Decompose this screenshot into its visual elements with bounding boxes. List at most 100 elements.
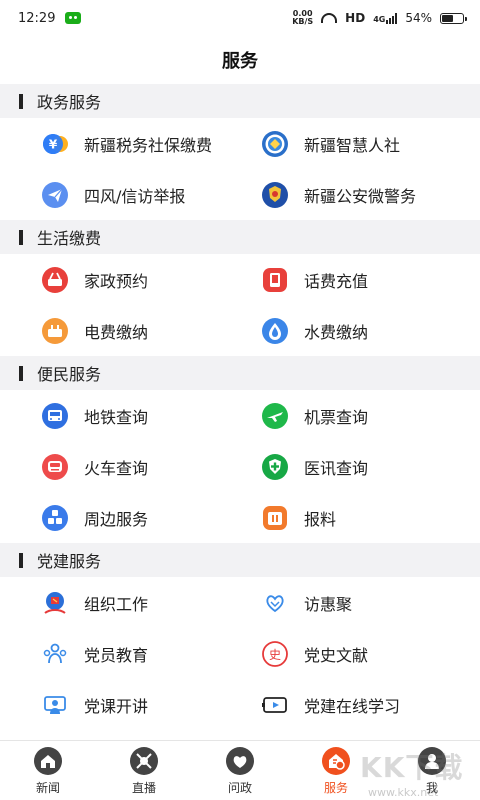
network-gen: 4G bbox=[373, 14, 386, 24]
section-grid-life: 家政预约 话费充值 电费缴纳 水费缴纳 bbox=[0, 254, 480, 356]
tab-label: 服务 bbox=[323, 780, 348, 795]
tab-live[interactable]: 直播 bbox=[96, 741, 192, 800]
service-label: 周边服务 bbox=[84, 509, 149, 529]
service-label: 水费缴纳 bbox=[304, 322, 369, 342]
signal-bars-icon bbox=[386, 12, 398, 24]
section-header-party: 党建服务 bbox=[0, 543, 480, 577]
heart-hands-icon bbox=[260, 588, 290, 618]
presenter-icon bbox=[40, 690, 70, 720]
service-housekeeping[interactable]: 家政预约 bbox=[0, 254, 220, 305]
wechat-notification-icon bbox=[65, 12, 82, 24]
service-nearby[interactable]: 周边服务 bbox=[0, 492, 220, 543]
service-label: 新疆智慧人社 bbox=[304, 135, 401, 155]
watermark-url: www.kkx.net bbox=[368, 786, 439, 799]
service-police[interactable]: 新疆公安微警务 bbox=[220, 169, 480, 220]
service-label: 新疆税务社保缴费 bbox=[84, 135, 213, 155]
section-header-gov: 政务服务 bbox=[0, 84, 480, 118]
page-header: 服务 bbox=[0, 36, 480, 84]
heart-chat-icon bbox=[226, 746, 254, 775]
home-icon bbox=[34, 746, 62, 775]
tab-label: 新闻 bbox=[35, 780, 60, 795]
service-label: 地铁查询 bbox=[84, 407, 149, 427]
paper-plane-icon bbox=[40, 180, 70, 210]
status-time: 12:29 bbox=[18, 10, 56, 26]
section-marker bbox=[19, 365, 23, 381]
service-phone-recharge[interactable]: 话费充值 bbox=[220, 254, 480, 305]
service-flight[interactable]: 机票查询 bbox=[220, 390, 480, 441]
section-header-convenience: 便民服务 bbox=[0, 356, 480, 390]
service-water[interactable]: 水费缴纳 bbox=[220, 305, 480, 356]
section-marker bbox=[19, 229, 23, 245]
water-drop-icon bbox=[260, 316, 290, 346]
party-flag-icon bbox=[40, 588, 70, 618]
basket-icon bbox=[40, 265, 70, 295]
blocks-icon bbox=[40, 503, 70, 533]
page-title: 服务 bbox=[222, 51, 258, 72]
status-bar: 12:29 0.00 KB/S HD 4G 54% bbox=[0, 0, 480, 36]
service-online-learning[interactable]: 党建在线学习 bbox=[220, 679, 480, 730]
service-label: 火车查询 bbox=[84, 458, 149, 478]
network-type: HD bbox=[345, 11, 366, 25]
service-label: 访惠聚 bbox=[304, 594, 353, 614]
video-play-icon bbox=[260, 690, 290, 720]
service-smart-hr[interactable]: 新疆智慧人社 bbox=[220, 118, 480, 169]
box-icon bbox=[260, 503, 290, 533]
section-title: 政务服务 bbox=[37, 93, 102, 112]
service-medical[interactable]: 医讯查询 bbox=[220, 441, 480, 492]
svg-text:史: 史 bbox=[269, 648, 281, 662]
airplane-icon bbox=[260, 401, 290, 431]
phone-icon bbox=[260, 265, 290, 295]
service-label: 话费充值 bbox=[304, 271, 369, 291]
service-news-tip[interactable]: 报料 bbox=[220, 492, 480, 543]
train-icon bbox=[40, 452, 70, 482]
service-label: 党员教育 bbox=[84, 645, 149, 665]
service-label: 家政预约 bbox=[84, 271, 149, 291]
service-electricity[interactable]: 电费缴纳 bbox=[0, 305, 220, 356]
net-speed: 0.00 KB/S bbox=[292, 10, 313, 26]
tab-news[interactable]: 新闻 bbox=[0, 741, 96, 800]
service-label: 党史文献 bbox=[304, 645, 369, 665]
emblem-icon bbox=[260, 129, 290, 159]
service-icon bbox=[322, 746, 350, 775]
service-fanghuiju[interactable]: 访惠聚 bbox=[220, 577, 480, 628]
section-grid-convenience: 地铁查询 机票查询 火车查询 医讯查询 周边服务 报料 bbox=[0, 390, 480, 543]
plug-icon bbox=[40, 316, 70, 346]
service-label: 新疆公安微警务 bbox=[304, 186, 417, 206]
battery-icon bbox=[440, 12, 467, 24]
yuan-coin-icon: ¥ bbox=[40, 129, 70, 159]
service-label: 电费缴纳 bbox=[84, 322, 149, 342]
tab-label: 问政 bbox=[227, 780, 252, 795]
cellular-signal: 4G bbox=[373, 12, 398, 24]
service-label: 党建在线学习 bbox=[304, 696, 401, 716]
police-badge-icon bbox=[260, 180, 290, 210]
svg-text:¥: ¥ bbox=[49, 137, 58, 151]
tab-inquiry[interactable]: 问政 bbox=[192, 741, 288, 800]
tab-label: 直播 bbox=[131, 780, 156, 795]
service-party-history[interactable]: 史 党史文献 bbox=[220, 628, 480, 679]
service-lecture[interactable]: 党课开讲 bbox=[0, 679, 220, 730]
battery-percent: 54% bbox=[405, 11, 432, 25]
battery-level bbox=[442, 14, 453, 22]
service-label: 报料 bbox=[304, 509, 337, 529]
service-label: 四风/信访举报 bbox=[84, 186, 186, 206]
history-seal-icon: 史 bbox=[260, 639, 290, 669]
net-speed-unit: KB/S bbox=[292, 17, 314, 26]
section-title: 生活缴费 bbox=[37, 229, 102, 248]
service-organization[interactable]: 组织工作 bbox=[0, 577, 220, 628]
live-icon bbox=[130, 746, 158, 775]
service-label: 党课开讲 bbox=[84, 696, 149, 716]
people-icon bbox=[40, 639, 70, 669]
service-member-education[interactable]: 党员教育 bbox=[0, 628, 220, 679]
service-train[interactable]: 火车查询 bbox=[0, 441, 220, 492]
service-metro[interactable]: 地铁查询 bbox=[0, 390, 220, 441]
section-header-life: 生活缴费 bbox=[0, 220, 480, 254]
shield-cross-icon bbox=[260, 452, 290, 482]
service-label: 机票查询 bbox=[304, 407, 369, 427]
service-report[interactable]: 四风/信访举报 bbox=[0, 169, 220, 220]
wifi-icon bbox=[321, 13, 338, 23]
bus-icon bbox=[40, 401, 70, 431]
section-grid-party: 组织工作 访惠聚 党员教育 史 党史文献 党课开讲 党建在线学习 bbox=[0, 577, 480, 730]
service-tax-social-security[interactable]: ¥ 新疆税务社保缴费 bbox=[0, 118, 220, 169]
service-label: 组织工作 bbox=[84, 594, 149, 614]
service-list: 政务服务 ¥ 新疆税务社保缴费 新疆智慧人社 四风/信访举报 新疆公安微警务 生… bbox=[0, 84, 480, 730]
